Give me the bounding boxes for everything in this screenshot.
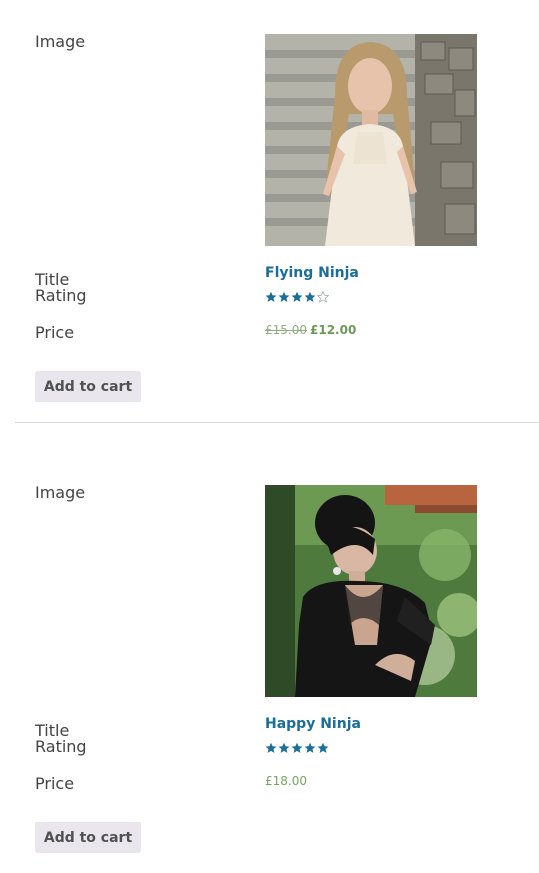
star-rating: [265, 291, 329, 303]
product-price: £18.00: [265, 775, 307, 787]
product-title-link[interactable]: Flying Ninja: [265, 266, 359, 280]
star-filled-icon: [265, 742, 277, 753]
regular-price: £18.00: [265, 774, 307, 788]
star-filled-icon: [291, 291, 303, 302]
price-column-label: Price: [35, 774, 75, 793]
row-divider: [15, 422, 539, 423]
product-price: £15.00 £12.00: [265, 324, 356, 336]
star-empty-icon: [317, 291, 329, 303]
woman-in-white-dress-photo: [265, 34, 477, 246]
price-column-label: Price: [35, 323, 75, 342]
star-filled-icon: [278, 742, 290, 753]
image-column-label: Image: [35, 32, 86, 51]
add-to-cart-button[interactable]: Add to cart: [35, 822, 141, 853]
star-filled-icon: [265, 291, 277, 302]
rating-column-label: Rating: [35, 737, 87, 756]
original-price: £15.00: [265, 323, 307, 337]
add-to-cart-button[interactable]: Add to cart: [35, 371, 141, 402]
rating-column-label: Rating: [35, 286, 87, 305]
star-filled-icon: [291, 742, 303, 753]
image-column-label: Image: [35, 483, 86, 502]
product-image-happy-ninja[interactable]: [265, 485, 477, 697]
woman-in-black-lace-dress-photo: [265, 485, 477, 697]
star-filled-icon: [278, 291, 290, 302]
star-filled-icon: [317, 742, 329, 753]
product-image-flying-ninja[interactable]: [265, 34, 477, 246]
star-filled-icon: [304, 291, 316, 302]
star-rating: [265, 742, 329, 754]
product-title-link[interactable]: Happy Ninja: [265, 717, 361, 731]
star-filled-icon: [304, 742, 316, 753]
sale-price: £12.00: [310, 323, 357, 337]
